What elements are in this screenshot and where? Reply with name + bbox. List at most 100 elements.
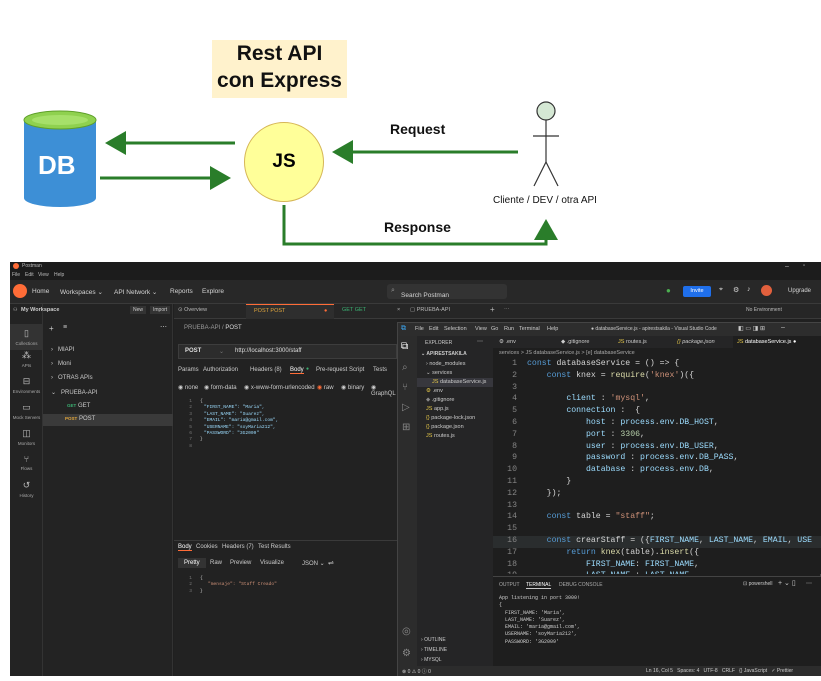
response-tab-body[interactable]: Body — [178, 544, 192, 551]
tab-overview[interactable]: ⊙ Overview — [178, 307, 207, 313]
view-raw[interactable]: Raw — [210, 560, 222, 566]
environment-select[interactable]: No Environment — [746, 307, 782, 313]
explorer-more-icon[interactable]: ⋯ — [477, 338, 483, 345]
file-routes-js[interactable]: JS routes.js — [426, 433, 455, 439]
nav-flows[interactable]: ⑂ Flows — [10, 454, 43, 471]
manage-gear-icon[interactable]: ⚙ — [402, 648, 411, 659]
panel-tab-terminal[interactable]: TERMINAL — [526, 582, 552, 589]
nav-workspaces[interactable]: Workspaces ⌄ — [60, 288, 103, 296]
radio-form-data[interactable]: ◉ form-data — [204, 384, 237, 391]
tab-get[interactable]: GET GET — [342, 307, 366, 313]
tab-authorization[interactable]: Authorization — [203, 367, 238, 373]
editor-tab-package[interactable]: {} package.json — [677, 339, 715, 345]
file-app-js[interactable]: JS app.js — [426, 406, 449, 412]
radio-urlencoded[interactable]: ◉ x-www-form-urlencoded — [244, 384, 315, 391]
menu-edit[interactable]: Edit — [25, 272, 34, 278]
editor-tab-gitignore[interactable]: ◆ .gitignore — [561, 339, 589, 345]
nav-mock-servers[interactable]: ▭ Mock Servers — [10, 402, 43, 420]
layout-toggle-icons[interactable]: ◧ ▭ ◨ ⊞ — [738, 325, 765, 332]
collection-otras-apis[interactable]: › OTRAS APIs — [51, 375, 93, 381]
file-package-lock[interactable]: {} package-lock.json — [426, 415, 475, 421]
invite-button[interactable]: Invite — [683, 286, 711, 297]
menu-help[interactable]: Help — [54, 272, 64, 278]
tab-headers[interactable]: Headers (8) — [250, 367, 282, 373]
request-get[interactable]: GET GET — [67, 403, 90, 409]
nav-reports[interactable]: Reports — [170, 288, 193, 295]
section-timeline[interactable]: › TIMELINE — [421, 647, 447, 653]
restore-icon[interactable]: ▫ — [803, 263, 805, 269]
settings-gear-icon[interactable]: ⚙ — [733, 286, 739, 294]
filter-icon[interactable]: ≡ — [63, 324, 67, 331]
code-area[interactable]: 1 const databaseService = () => {2 const … — [493, 359, 821, 574]
radio-binary[interactable]: ◉ binary — [341, 384, 364, 391]
request-body-editor[interactable]: 12345678 { "FIRST_NAME": "Maria", "LAST_… — [174, 399, 397, 519]
menu-file[interactable]: File — [12, 272, 20, 278]
panel-tab-debug-console[interactable]: DEBUG CONSOLE — [559, 582, 603, 588]
editor-tab-env[interactable]: ⚙ .env — [499, 339, 516, 345]
response-format-select[interactable]: JSON ⌄ — [302, 560, 325, 567]
terminal-select[interactable]: ⊡ powershell — [743, 581, 773, 587]
method-select[interactable]: POST — [185, 348, 201, 354]
tab-post-active[interactable]: POST POST ● — [246, 304, 334, 319]
view-preview[interactable]: Preview — [230, 560, 251, 566]
editor-tab-routes[interactable]: JS routes.js — [618, 339, 647, 345]
panel-more-icon[interactable]: ⋯ — [806, 580, 812, 587]
minimize-icon[interactable]: – — [785, 263, 789, 270]
vsc-menu-go[interactable]: Go — [491, 326, 498, 332]
account-icon[interactable]: ◎ — [402, 626, 411, 637]
nav-monitors[interactable]: ◫ Monitors — [10, 428, 43, 446]
tab-body[interactable]: Body — [290, 367, 304, 374]
nav-explore[interactable]: Explore — [202, 288, 224, 295]
explorer-icon[interactable]: ⧉ — [401, 341, 408, 352]
source-control-icon[interactable]: ⑂ — [402, 382, 408, 393]
bell-icon[interactable]: ♪ — [747, 286, 751, 293]
nav-environments[interactable]: ⊟ Environments — [10, 376, 43, 394]
extensions-icon[interactable]: ⊞ — [402, 422, 410, 433]
vsc-menu-view[interactable]: View — [475, 326, 487, 332]
add-tab-icon[interactable]: + — [490, 305, 495, 314]
response-tab-headers[interactable]: Headers (7) — [222, 544, 254, 550]
problems-status[interactable]: ⊗ 0 ⚠ 0 ⓘ 0 — [402, 668, 431, 675]
more-icon[interactable]: ⋯ — [160, 323, 167, 331]
tab-prueba-api[interactable]: ▢ PRUEBA-API — [410, 307, 450, 313]
folder-services[interactable]: ⌄ services — [426, 370, 452, 376]
vsc-menu-selection[interactable]: Selection — [444, 326, 467, 332]
editor-breadcrumb[interactable]: services > JS databaseService.js > [e] d… — [499, 350, 635, 356]
workspace-name[interactable]: My Workspace — [21, 307, 59, 313]
vsc-minimize-icon[interactable]: – — [781, 324, 785, 331]
collection-moni[interactable]: › Moni — [51, 361, 71, 367]
file-package-json[interactable]: {} package.json — [426, 424, 464, 430]
tab-close-icon[interactable]: × — [397, 307, 400, 313]
editor-status[interactable]: Ln 16, Col 5 Spaces: 4 UTF-8 CRLF {} Jav… — [646, 668, 793, 674]
upgrade-button[interactable]: Upgrade — [788, 288, 811, 294]
file-database-service[interactable]: JS databaseService.js — [432, 379, 486, 385]
nav-history[interactable]: ↺ History — [10, 480, 43, 498]
add-icon[interactable]: + — [49, 324, 54, 333]
radio-graphql[interactable]: ◉ GraphQL — [371, 384, 397, 397]
section-mysql[interactable]: › MYSQL — [421, 657, 442, 663]
satellite-icon[interactable]: ⌖ — [719, 286, 723, 294]
tabs-more-icon[interactable]: ⋯ — [504, 307, 510, 313]
panel-tab-output[interactable]: OUTPUT — [499, 582, 520, 588]
sync-icon[interactable]: ● — [666, 286, 671, 295]
import-button[interactable]: Import — [150, 306, 171, 314]
nav-collections[interactable]: ▯ Collections — [10, 324, 43, 350]
view-visualize[interactable]: Visualize — [260, 560, 284, 566]
collection-prueba-api[interactable]: ⌄ PRUEBA-API — [51, 389, 97, 396]
editor-tab-active[interactable]: JS databaseService.js ● — [733, 336, 821, 348]
nav-apis[interactable]: ⁂ APIs — [10, 350, 43, 368]
nav-api-network[interactable]: API Network ⌄ — [114, 288, 157, 296]
response-tab-cookies[interactable]: Cookies — [196, 544, 218, 550]
vsc-menu-help[interactable]: Help — [547, 326, 558, 332]
url-input[interactable]: http://localhost:3000/staff — [235, 348, 302, 354]
wrap-icon[interactable]: ⇌ — [328, 559, 334, 567]
new-button[interactable]: New — [130, 306, 147, 314]
file-gitignore[interactable]: ◆ .gitignore — [426, 397, 454, 403]
radio-none[interactable]: ◉ none — [178, 384, 198, 391]
tab-tests[interactable]: Tests — [373, 367, 387, 373]
vsc-menu-file[interactable]: File — [415, 326, 424, 332]
tab-params[interactable]: Params — [178, 367, 199, 373]
response-tab-test-results[interactable]: Test Results — [258, 544, 291, 550]
request-post[interactable]: POST POST — [65, 416, 95, 422]
terminal-output[interactable]: App listening in port 3000! { FIRST_NAME… — [499, 595, 819, 646]
